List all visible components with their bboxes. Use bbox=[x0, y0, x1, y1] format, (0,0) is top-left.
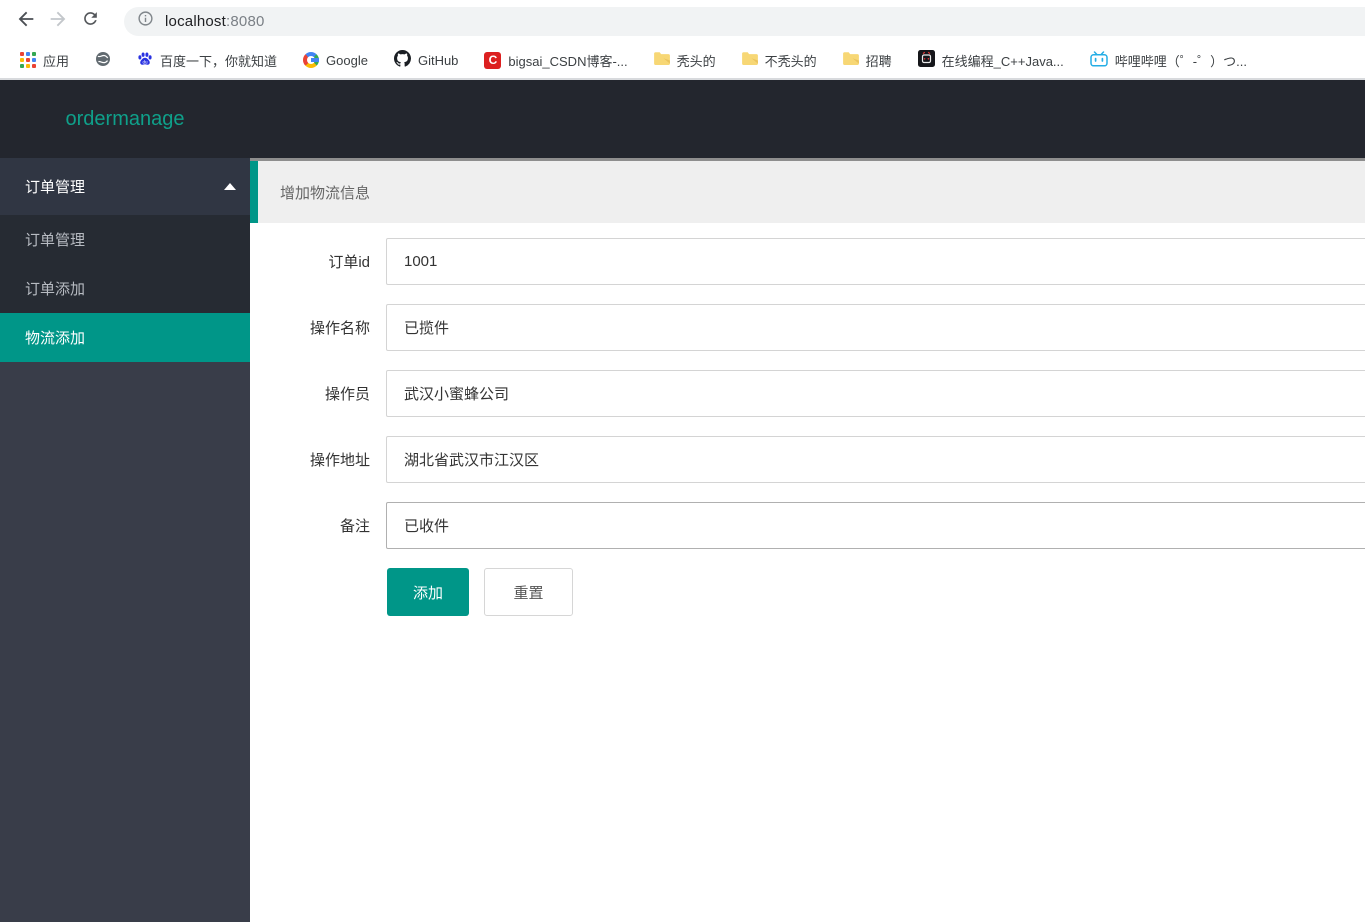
back-arrow-icon bbox=[15, 8, 37, 35]
browser-toolbar: localhost:8080 bbox=[0, 0, 1365, 42]
order-id-label: 订单id bbox=[328, 254, 370, 271]
bookmark-label: 哔哩哔哩（゜-゜）つ... bbox=[1114, 53, 1247, 69]
svg-text:du: du bbox=[142, 59, 148, 64]
bookmark-label: Google bbox=[326, 52, 368, 68]
logistics-form: 订单id 操作名称 操作员 操作地址 备注 添加 重置 bbox=[250, 223, 1365, 616]
bookmark-label: 招聘 bbox=[865, 53, 892, 69]
form-row-order-id: 订单id bbox=[250, 238, 1365, 285]
bookmark-item-bilibili[interactable]: 哔哩哔哩（゜-゜）つ... bbox=[1090, 50, 1247, 70]
form-row-remark: 备注 bbox=[250, 502, 1365, 549]
operator-input[interactable] bbox=[386, 370, 1365, 417]
bookmark-item-folder-1[interactable]: 秃头的 bbox=[653, 51, 716, 70]
reset-button[interactable]: 重置 bbox=[484, 568, 573, 616]
bilibili-icon bbox=[1090, 50, 1108, 70]
bookmark-item-google[interactable]: Google bbox=[303, 52, 368, 68]
code-site-icon bbox=[917, 50, 935, 70]
operation-name-label: 操作名称 bbox=[309, 320, 370, 337]
url-bar[interactable]: localhost:8080 bbox=[124, 6, 1365, 36]
browser-forward-button[interactable] bbox=[44, 7, 72, 35]
bookmark-item-apps[interactable]: 应用 bbox=[20, 51, 69, 70]
sidebar-item-order-add[interactable]: 订单添加 bbox=[0, 264, 250, 313]
browser-chrome: localhost:8080 应用 du 百度一下，你就知道 Google Gi… bbox=[0, 0, 1365, 80]
bookmark-item-github[interactable]: GitHub bbox=[393, 50, 459, 70]
add-button[interactable]: 添加 bbox=[387, 568, 469, 616]
folder-icon bbox=[653, 51, 670, 69]
operation-name-input[interactable] bbox=[386, 304, 1365, 351]
github-icon bbox=[393, 50, 411, 70]
order-id-input[interactable] bbox=[386, 238, 1365, 285]
sidebar-group-order-management[interactable]: 订单管理 bbox=[0, 158, 250, 215]
bookmark-label: bigsai_CSDN博客-... bbox=[508, 53, 628, 69]
bookmark-label: 秃头的 bbox=[676, 53, 716, 69]
apps-grid-icon bbox=[20, 52, 36, 68]
csdn-icon bbox=[484, 51, 502, 69]
bookmark-label: GitHub bbox=[417, 52, 459, 68]
caret-up-icon bbox=[224, 183, 236, 190]
sidebar-item-label: 物流添加 bbox=[25, 330, 86, 347]
folder-icon bbox=[741, 51, 758, 69]
bookmark-item-folder-3[interactable]: 招聘 bbox=[842, 51, 892, 70]
sidebar-submenu: 订单管理 订单添加 物流添加 bbox=[0, 215, 250, 362]
bookmark-label: 百度一下，你就知道 bbox=[160, 53, 278, 69]
app-header: ordermanage bbox=[0, 80, 1365, 158]
bookmark-item-globe[interactable] bbox=[95, 51, 111, 70]
browser-refresh-button[interactable] bbox=[76, 7, 104, 35]
bookmark-item-folder-2[interactable]: 不秃头的 bbox=[741, 51, 817, 70]
page-title-bar: 增加物流信息 bbox=[250, 161, 1365, 223]
main-layout: 订单管理 订单管理 订单添加 物流添加 增加物流信息 订单id 操作名称 bbox=[0, 158, 1365, 922]
forward-arrow-icon bbox=[47, 8, 69, 35]
form-buttons: 添加 重置 bbox=[250, 568, 1365, 616]
content-area: 增加物流信息 订单id 操作名称 操作员 操作地址 备注 bbox=[250, 158, 1365, 922]
refresh-icon bbox=[81, 9, 100, 33]
folder-icon bbox=[842, 51, 859, 69]
operation-address-label: 操作地址 bbox=[309, 452, 370, 469]
bookmark-item-csdn[interactable]: bigsai_CSDN博客-... bbox=[484, 51, 628, 70]
google-icon bbox=[303, 52, 320, 68]
sidebar-item-label: 订单管理 bbox=[25, 232, 86, 249]
form-row-operator: 操作员 bbox=[250, 370, 1365, 417]
bookmarks-bar: 应用 du 百度一下，你就知道 Google GitHub bigsai_CSD… bbox=[0, 42, 1365, 80]
url-host: localhost bbox=[165, 12, 227, 30]
operator-label: 操作员 bbox=[324, 386, 370, 403]
page-title: 增加物流信息 bbox=[280, 184, 371, 202]
bookmark-label: 应用 bbox=[43, 53, 70, 69]
sidebar-item-order-list[interactable]: 订单管理 bbox=[0, 215, 250, 264]
bookmark-item-baidu[interactable]: du 百度一下，你就知道 bbox=[137, 51, 277, 70]
baidu-icon: du bbox=[137, 51, 153, 70]
operation-address-input[interactable] bbox=[386, 436, 1365, 483]
app-logo[interactable]: ordermanage bbox=[0, 108, 250, 131]
bookmark-item-code-site[interactable]: 在线编程_C++Java... bbox=[917, 50, 1064, 70]
site-info-icon[interactable] bbox=[137, 10, 154, 32]
remark-input[interactable] bbox=[386, 502, 1365, 549]
url-text: localhost:8080 bbox=[165, 13, 265, 30]
globe-icon bbox=[95, 51, 111, 70]
bookmark-label: 不秃头的 bbox=[764, 53, 817, 69]
bookmark-label: 在线编程_C++Java... bbox=[941, 53, 1064, 69]
remark-label: 备注 bbox=[339, 518, 370, 535]
url-port: :8080 bbox=[226, 12, 265, 30]
browser-back-button[interactable] bbox=[12, 7, 40, 35]
sidebar: 订单管理 订单管理 订单添加 物流添加 bbox=[0, 158, 250, 922]
sidebar-item-logistics-add[interactable]: 物流添加 bbox=[0, 313, 250, 362]
form-row-operation-address: 操作地址 bbox=[250, 436, 1365, 483]
form-row-operation-name: 操作名称 bbox=[250, 304, 1365, 351]
sidebar-item-label: 订单添加 bbox=[25, 281, 86, 298]
sidebar-group-label: 订单管理 bbox=[25, 179, 86, 196]
